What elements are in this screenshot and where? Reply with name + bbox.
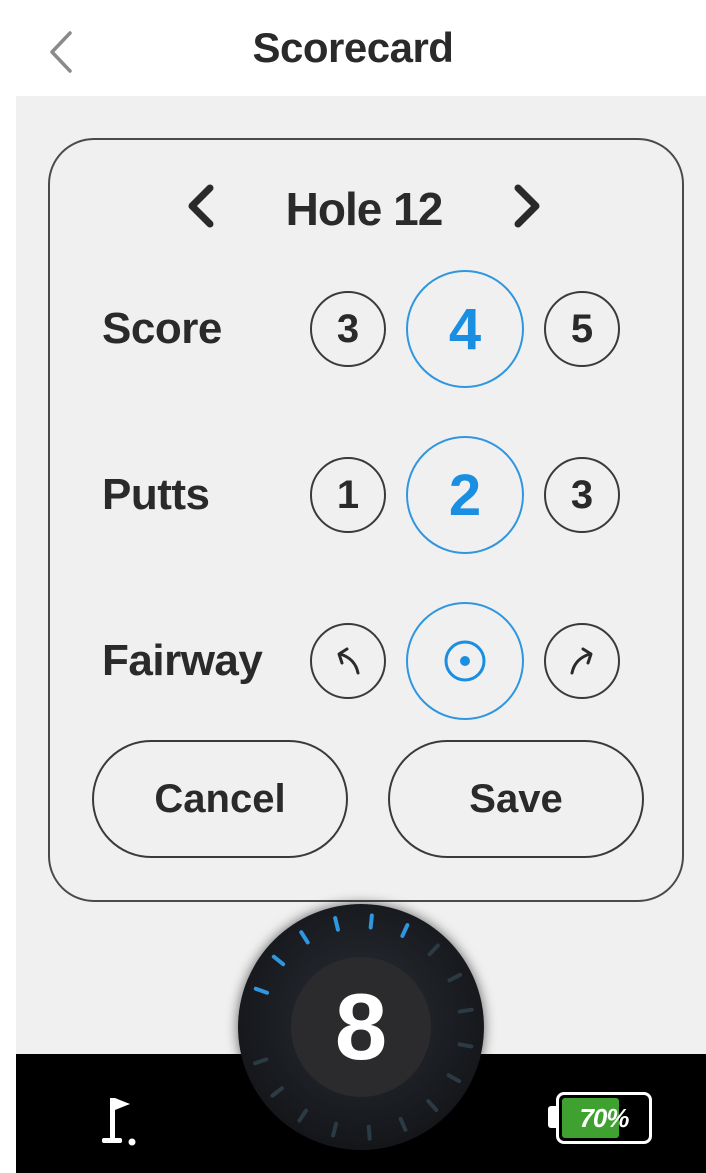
- current-hole-number: 8: [334, 974, 388, 1079]
- dial-tick: [299, 930, 310, 945]
- dial-tick: [331, 1121, 339, 1138]
- putts-label: Putts: [102, 470, 210, 519]
- putts-option-selected[interactable]: 2: [406, 436, 524, 554]
- dial-tick: [368, 913, 374, 930]
- header: Scorecard: [0, 0, 706, 96]
- chevron-right-icon: [514, 184, 540, 228]
- next-hole-button[interactable]: [498, 178, 558, 234]
- course-button[interactable]: [96, 1088, 156, 1154]
- golf-flag-icon: [102, 1098, 136, 1146]
- dial-tick: [398, 1116, 408, 1132]
- dial-tick: [426, 1099, 439, 1112]
- hole-dial[interactable]: 8: [238, 904, 484, 1150]
- save-button[interactable]: Save: [388, 740, 644, 858]
- putts-option-lower[interactable]: 1: [310, 457, 386, 533]
- fairway-hit-button[interactable]: [406, 602, 524, 720]
- dial-tick: [333, 916, 340, 932]
- score-option-selected[interactable]: 4: [406, 270, 524, 388]
- score-option-higher[interactable]: 5: [544, 291, 620, 367]
- dial-tick: [271, 954, 286, 967]
- score-row: Score 3 4 5: [50, 264, 682, 394]
- fairway-row: Fairway: [50, 596, 682, 726]
- dial-center: 8: [291, 957, 431, 1097]
- fairway-miss-left-button[interactable]: [310, 623, 386, 699]
- dial-tick: [253, 1057, 269, 1066]
- page-title: Scorecard: [252, 24, 454, 71]
- dial-tick: [457, 1042, 474, 1049]
- dial-tick: [447, 972, 463, 983]
- cancel-button[interactable]: Cancel: [92, 740, 348, 858]
- dial-tick: [400, 923, 410, 938]
- fairway-hit-icon: [444, 640, 486, 682]
- putts-row: Putts 1 2 3: [50, 430, 682, 560]
- dial-tick: [297, 1108, 309, 1123]
- dial-tick: [427, 943, 440, 957]
- dial-tick: [446, 1073, 462, 1084]
- fairway-label: Fairway: [102, 636, 263, 685]
- dial-tick: [366, 1124, 372, 1141]
- miss-left-icon: [337, 647, 360, 675]
- dial-tick: [270, 1086, 284, 1098]
- hole-navigator: Hole 12: [50, 168, 682, 242]
- hole-title: Hole 12: [285, 183, 444, 235]
- dial-tick: [253, 986, 270, 995]
- dial-tick: [457, 1007, 474, 1014]
- chevron-left-icon: [188, 184, 214, 228]
- putts-option-higher[interactable]: 3: [544, 457, 620, 533]
- battery-indicator: 70%: [548, 1090, 656, 1146]
- score-label: Score: [102, 304, 222, 353]
- previous-hole-button[interactable]: [170, 178, 230, 234]
- battery-percentage: 70%: [579, 1102, 629, 1133]
- battery-tip: [548, 1106, 556, 1128]
- score-option-lower[interactable]: 3: [310, 291, 386, 367]
- miss-right-icon: [570, 647, 593, 675]
- fairway-miss-right-button[interactable]: [544, 623, 620, 699]
- score-entry-card: Hole 12 Score 3 4 5 Putts 1 2 3 Fairway: [48, 138, 684, 902]
